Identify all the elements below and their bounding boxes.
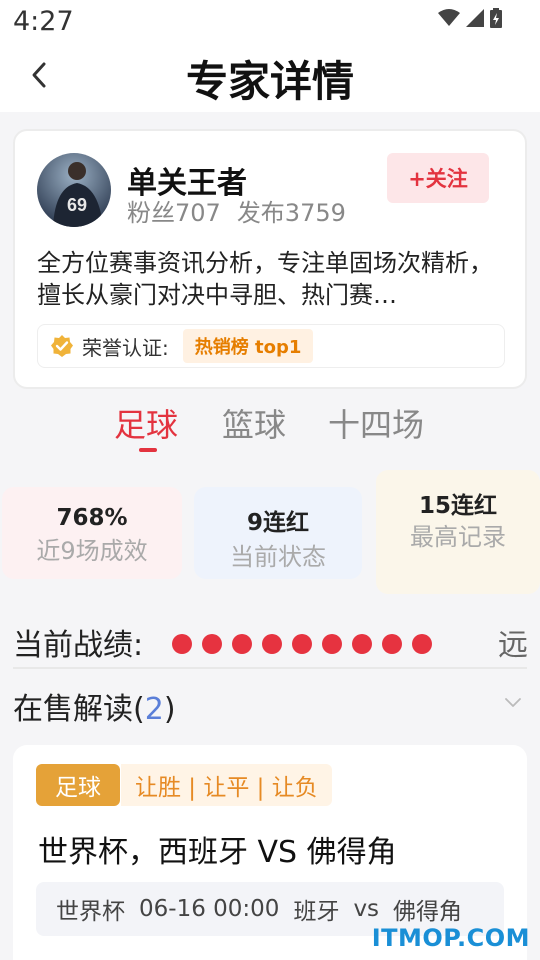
- avatar-jersey-number: 69: [67, 195, 87, 215]
- chevron-down-icon[interactable]: [504, 696, 522, 708]
- active-tab-indicator: [139, 448, 157, 452]
- site-watermark: ITMOP.COM: [371, 924, 530, 952]
- expert-avatar[interactable]: 69: [37, 153, 111, 227]
- stat-label: 当前状态: [230, 543, 326, 571]
- honor-certification: 荣誉认证: 热销榜 top1: [37, 324, 505, 368]
- match-title: 世界杯，西班牙 VS 佛得角: [38, 835, 397, 870]
- current-record: 当前战绩: 远: [0, 608, 540, 666]
- fans-count: 粉丝707: [127, 199, 221, 227]
- match-datetime: 06-16 00:00: [139, 896, 280, 922]
- verified-badge-icon: [51, 335, 73, 357]
- match-vs: vs: [353, 896, 380, 922]
- stat-value: 768%: [56, 505, 128, 531]
- sport-badge: 足球: [36, 764, 120, 806]
- stat-label: 最高记录: [410, 523, 506, 551]
- record-result-dot: [382, 634, 402, 654]
- match-away: 佛得角: [393, 899, 463, 925]
- status-bar: 4:27: [0, 0, 540, 44]
- bet-types: 让胜 | 让平 | 让负: [121, 764, 332, 806]
- on-sale-label: 在售解读: [13, 692, 133, 727]
- wifi-icon: [438, 9, 460, 26]
- honor-label: 荣誉认证:: [82, 335, 169, 360]
- battery-icon: [490, 8, 502, 28]
- record-result-dot: [262, 634, 282, 654]
- sport-tabs: 足球 篮球 十四场: [0, 396, 540, 462]
- record-result-dot: [202, 634, 222, 654]
- record-dots: [172, 634, 432, 654]
- signal-icon: [466, 9, 484, 27]
- page-title: 专家详情: [185, 57, 354, 106]
- stat-card-recent-performance: 768% 近9场成效: [2, 487, 182, 579]
- divider: [13, 667, 527, 669]
- record-result-dot: [232, 634, 252, 654]
- expert-intro: 全方位赛事资讯分析，专注单固场次精析，擅长从豪门对决中寻胆、热门赛…: [37, 249, 493, 309]
- record-result-dot: [412, 634, 432, 654]
- expert-stats: 粉丝707 发布3759: [127, 193, 346, 228]
- match-league: 世界杯: [56, 899, 125, 925]
- far-button[interactable]: 远: [498, 620, 528, 664]
- expert-detail-page: 4:27 专家详情 69 单关王者 粉丝707 发布3759 +关注 全方位赛事资…: [0, 0, 540, 960]
- tab-fourteen-matches[interactable]: 十四场: [328, 400, 424, 446]
- top-bar: 4:27 专家详情: [0, 0, 540, 112]
- posts-count: 发布3759: [236, 199, 346, 227]
- on-sale-header[interactable]: 在售解读(2): [13, 684, 176, 728]
- status-time: 4:27: [13, 6, 74, 37]
- system-icons: [438, 8, 502, 28]
- stat-card-current-status: 9连红 当前状态: [194, 487, 362, 579]
- stat-value: 15连红: [418, 493, 497, 519]
- expert-profile-card: 69 单关王者 粉丝707 发布3759 +关注 全方位赛事资讯分析，专注单固场次…: [13, 129, 527, 389]
- record-result-dot: [292, 634, 312, 654]
- record-result-dot: [322, 634, 342, 654]
- record-label: 当前战绩:: [13, 628, 144, 663]
- stat-value: 9连红: [246, 510, 309, 536]
- stat-label: 近9场成效: [36, 537, 148, 565]
- record-result-dot: [172, 634, 192, 654]
- stat-card-best-record: 15连红 最高记录: [376, 470, 540, 594]
- tab-basketball[interactable]: 篮球: [222, 400, 286, 446]
- tab-football[interactable]: 足球: [114, 400, 178, 446]
- match-home: 班牙: [293, 899, 340, 925]
- record-result-dot: [352, 634, 372, 654]
- on-sale-count: 2: [144, 692, 164, 727]
- follow-button[interactable]: +关注: [387, 153, 489, 203]
- honor-tag: 热销榜 top1: [182, 329, 314, 363]
